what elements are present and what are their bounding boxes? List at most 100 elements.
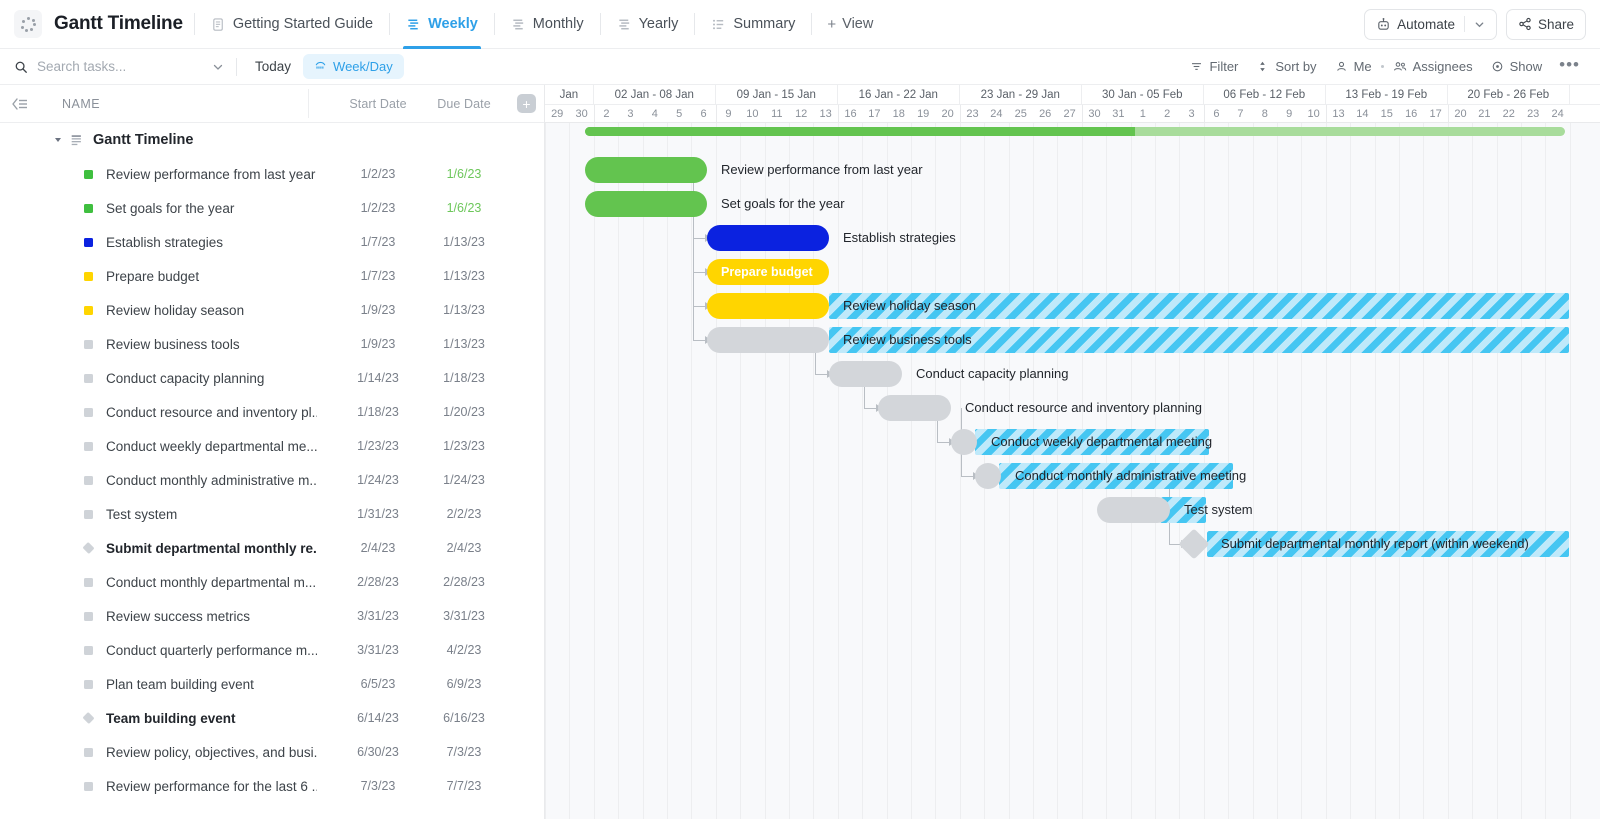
search-input[interactable] <box>37 59 192 74</box>
gantt-task-bar[interactable] <box>707 225 829 251</box>
task-start-date[interactable]: 6/30/23 <box>335 745 421 759</box>
status-marker-icon[interactable] <box>84 170 93 179</box>
task-start-date[interactable]: 1/18/23 <box>335 405 421 419</box>
add-view-button[interactable]: + View <box>817 16 883 32</box>
task-start-date[interactable]: 1/2/23 <box>335 167 421 181</box>
task-due-date[interactable]: 3/31/23 <box>421 609 507 623</box>
table-row[interactable]: Review policy, objectives, and busi... 6/… <box>0 735 544 769</box>
group-rollup-bar[interactable] <box>585 127 1565 136</box>
status-marker-icon[interactable] <box>84 442 93 451</box>
task-start-date[interactable]: 7/3/23 <box>335 779 421 793</box>
status-marker-icon[interactable] <box>82 542 94 554</box>
gantt-task-bar[interactable] <box>707 293 829 319</box>
table-row[interactable]: Review performance for the last 6 ... 7/3… <box>0 769 544 803</box>
task-due-date[interactable]: 1/20/23 <box>421 405 507 419</box>
task-due-date[interactable]: 1/18/23 <box>421 371 507 385</box>
table-row[interactable]: Set goals for the year1/2/231/6/23 <box>0 191 544 225</box>
status-marker-icon[interactable] <box>84 748 93 757</box>
task-due-date[interactable]: 1/13/23 <box>421 235 507 249</box>
column-header-name[interactable]: NAME <box>30 97 335 111</box>
task-start-date[interactable]: 1/14/23 <box>335 371 421 385</box>
share-main[interactable]: Share <box>1509 10 1583 39</box>
column-header-start-date[interactable]: Start Date <box>335 97 421 111</box>
me-filter-button[interactable]: Me <box>1326 59 1381 74</box>
task-start-date[interactable]: 1/24/23 <box>335 473 421 487</box>
task-name[interactable]: Team building event <box>106 711 317 726</box>
status-marker-icon[interactable] <box>84 782 93 791</box>
task-start-date[interactable]: 1/2/23 <box>335 201 421 215</box>
search-box[interactable] <box>0 49 228 84</box>
task-name[interactable]: Set goals for the year <box>106 201 317 216</box>
share-button[interactable]: Share <box>1506 9 1586 40</box>
automate-button[interactable]: Automate <box>1364 9 1497 40</box>
table-row[interactable]: Test system1/31/232/2/23 <box>0 497 544 531</box>
task-name[interactable]: Review holiday season <box>106 303 317 318</box>
tab-monthly[interactable]: Monthly <box>500 0 595 49</box>
task-name[interactable]: Submit departmental monthly re... <box>106 541 317 556</box>
table-row[interactable]: Prepare budget1/7/231/13/23 <box>0 259 544 293</box>
group-header[interactable]: Gantt Timeline <box>0 123 544 157</box>
task-due-date[interactable]: 1/13/23 <box>421 337 507 351</box>
gantt-task-bar[interactable] <box>707 327 829 353</box>
status-marker-icon[interactable] <box>84 510 93 519</box>
table-row[interactable]: Review business tools1/9/231/13/23 <box>0 327 544 361</box>
status-marker-icon[interactable] <box>84 476 93 485</box>
task-start-date[interactable]: 1/9/23 <box>335 303 421 317</box>
gantt-task-bar[interactable] <box>585 191 707 217</box>
status-marker-icon[interactable] <box>84 272 93 281</box>
task-start-date[interactable]: 3/31/23 <box>335 609 421 623</box>
today-button[interactable]: Today <box>245 59 301 74</box>
table-row[interactable]: Conduct capacity planning1/14/231/18/23 <box>0 361 544 395</box>
timeline-canvas[interactable]: Review performance from last yearSet goa… <box>545 123 1600 819</box>
table-row[interactable]: Establish strategies 1/7/231/13/23 <box>0 225 544 259</box>
task-start-date[interactable]: 1/7/23 <box>335 269 421 283</box>
task-name[interactable]: Review business tools <box>106 337 317 352</box>
table-row[interactable]: Review success metrics3/31/233/31/23 <box>0 599 544 633</box>
filter-button[interactable]: Filter <box>1181 59 1247 74</box>
task-name[interactable]: Review policy, objectives, and busi... <box>106 745 317 760</box>
task-start-date[interactable]: 2/28/23 <box>335 575 421 589</box>
status-marker-icon[interactable] <box>84 204 93 213</box>
status-marker-icon[interactable] <box>84 646 93 655</box>
task-name[interactable]: Conduct monthly administrative m... <box>106 473 317 488</box>
tab-weekly[interactable]: Weekly <box>395 0 489 49</box>
tab-getting-started-guide[interactable]: Getting Started Guide <box>200 0 384 49</box>
column-header-due-date[interactable]: Due Date <box>421 97 507 111</box>
task-due-date[interactable]: 6/9/23 <box>421 677 507 691</box>
assignees-button[interactable]: Assignees <box>1384 59 1482 74</box>
automate-main[interactable]: Automate <box>1367 10 1464 39</box>
table-row[interactable]: Plan team building event6/5/236/9/23 <box>0 667 544 701</box>
sort-button[interactable]: Sort by <box>1247 59 1325 74</box>
task-name[interactable]: Conduct monthly departmental m... <box>106 575 317 590</box>
task-due-date[interactable]: 1/6/23 <box>421 167 507 181</box>
task-due-date[interactable]: 1/24/23 <box>421 473 507 487</box>
task-due-date[interactable]: 2/28/23 <box>421 575 507 589</box>
gantt-task-bar[interactable] <box>1097 497 1170 523</box>
show-button[interactable]: Show <box>1482 59 1552 74</box>
gantt-milestone-marker[interactable] <box>1178 528 1209 559</box>
table-row[interactable]: Conduct monthly administrative m... 1/24/… <box>0 463 544 497</box>
task-name[interactable]: Review performance for the last 6 ... <box>106 779 317 794</box>
status-marker-icon[interactable] <box>82 712 94 724</box>
task-due-date[interactable]: 6/16/23 <box>421 711 507 725</box>
task-due-date[interactable]: 7/7/23 <box>421 779 507 793</box>
task-start-date[interactable]: 1/31/23 <box>335 507 421 521</box>
task-start-date[interactable]: 2/4/23 <box>335 541 421 555</box>
status-marker-icon[interactable] <box>84 238 93 247</box>
task-name[interactable]: Establish strategies <box>106 235 317 250</box>
task-due-date[interactable]: 2/2/23 <box>421 507 507 521</box>
table-row[interactable]: Conduct weekly departmental me...1/23/23… <box>0 429 544 463</box>
chevron-down-icon[interactable] <box>212 61 224 73</box>
task-due-date[interactable]: 1/23/23 <box>421 439 507 453</box>
table-row[interactable]: Conduct monthly departmental m... 2/28/23… <box>0 565 544 599</box>
tab-summary[interactable]: Summary <box>700 0 806 49</box>
task-due-date[interactable]: 2/4/23 <box>421 541 507 555</box>
app-logo[interactable] <box>14 10 42 38</box>
task-start-date[interactable]: 3/31/23 <box>335 643 421 657</box>
task-start-date[interactable]: 1/7/23 <box>335 235 421 249</box>
task-start-date[interactable]: 1/23/23 <box>335 439 421 453</box>
gantt-task-bar[interactable] <box>829 361 902 387</box>
zoom-level-button[interactable]: Week/Day <box>303 54 404 79</box>
status-marker-icon[interactable] <box>84 306 93 315</box>
table-row[interactable]: Conduct resource and inventory pl...1/18… <box>0 395 544 429</box>
